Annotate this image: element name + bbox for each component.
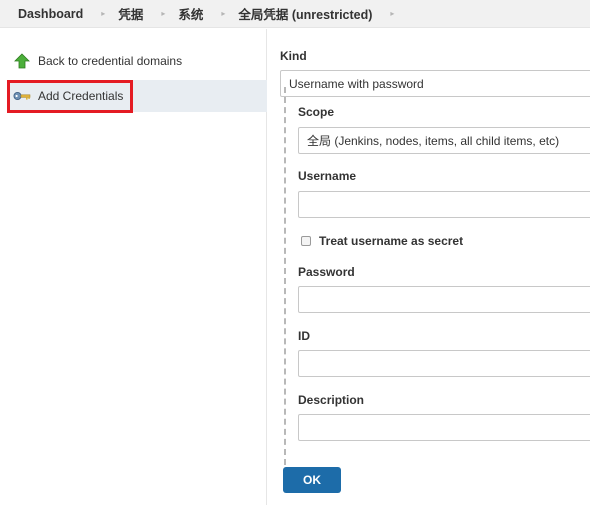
- add-credentials-link[interactable]: Add Credentials: [7, 80, 267, 112]
- kind-select[interactable]: Username with password: [280, 70, 590, 97]
- add-credentials-label: Add Credentials: [38, 89, 124, 103]
- breadcrumb-global-credentials[interactable]: 全局凭据 (unrestricted): [238, 4, 372, 23]
- breadcrumb-system[interactable]: 系统: [178, 4, 203, 23]
- kind-value: Username with password: [289, 76, 424, 91]
- id-input[interactable]: [298, 350, 590, 377]
- breadcrumb-separator-icon[interactable]: ▸: [161, 9, 165, 18]
- breadcrumb: Dashboard ▸ 凭据 ▸ 系统 ▸ 全局凭据 (unrestricted…: [0, 0, 590, 28]
- treat-username-secret-label: Treat username as secret: [319, 234, 464, 248]
- sidebar: Back to credential domains Add Credentia…: [0, 29, 267, 505]
- ok-button[interactable]: OK: [283, 467, 341, 493]
- scope-value: 全局 (Jenkins, nodes, items, all child ite…: [307, 134, 560, 148]
- key-icon: [13, 87, 31, 105]
- scope-select[interactable]: 全局 (Jenkins, nodes, items, all child ite…: [298, 127, 590, 154]
- username-input[interactable]: [298, 191, 590, 218]
- description-label: Description: [298, 393, 365, 407]
- id-label: ID: [298, 329, 310, 343]
- breadcrumb-credentials[interactable]: 凭据: [118, 4, 143, 23]
- treat-username-secret-checkbox[interactable]: [301, 236, 311, 246]
- password-input[interactable]: [298, 286, 590, 313]
- breadcrumb-separator-icon[interactable]: ▸: [221, 9, 225, 18]
- back-to-credential-domains-label: Back to credential domains: [38, 54, 183, 68]
- green-up-arrow-icon: [13, 52, 31, 70]
- breadcrumb-separator-icon[interactable]: ▸: [101, 9, 105, 18]
- breadcrumb-dashboard[interactable]: Dashboard: [18, 7, 83, 21]
- breadcrumb-separator-icon[interactable]: ▸: [390, 9, 394, 18]
- username-label: Username: [298, 169, 357, 183]
- nested-section-divider: [284, 87, 286, 465]
- back-to-credential-domains-link[interactable]: Back to credential domains: [7, 45, 267, 77]
- credential-form: Kind Username with password Scope 全局 (Je…: [268, 29, 590, 505]
- kind-label: Kind: [280, 49, 307, 63]
- scope-label: Scope: [298, 105, 335, 119]
- description-input[interactable]: [298, 414, 590, 441]
- password-label: Password: [298, 265, 355, 279]
